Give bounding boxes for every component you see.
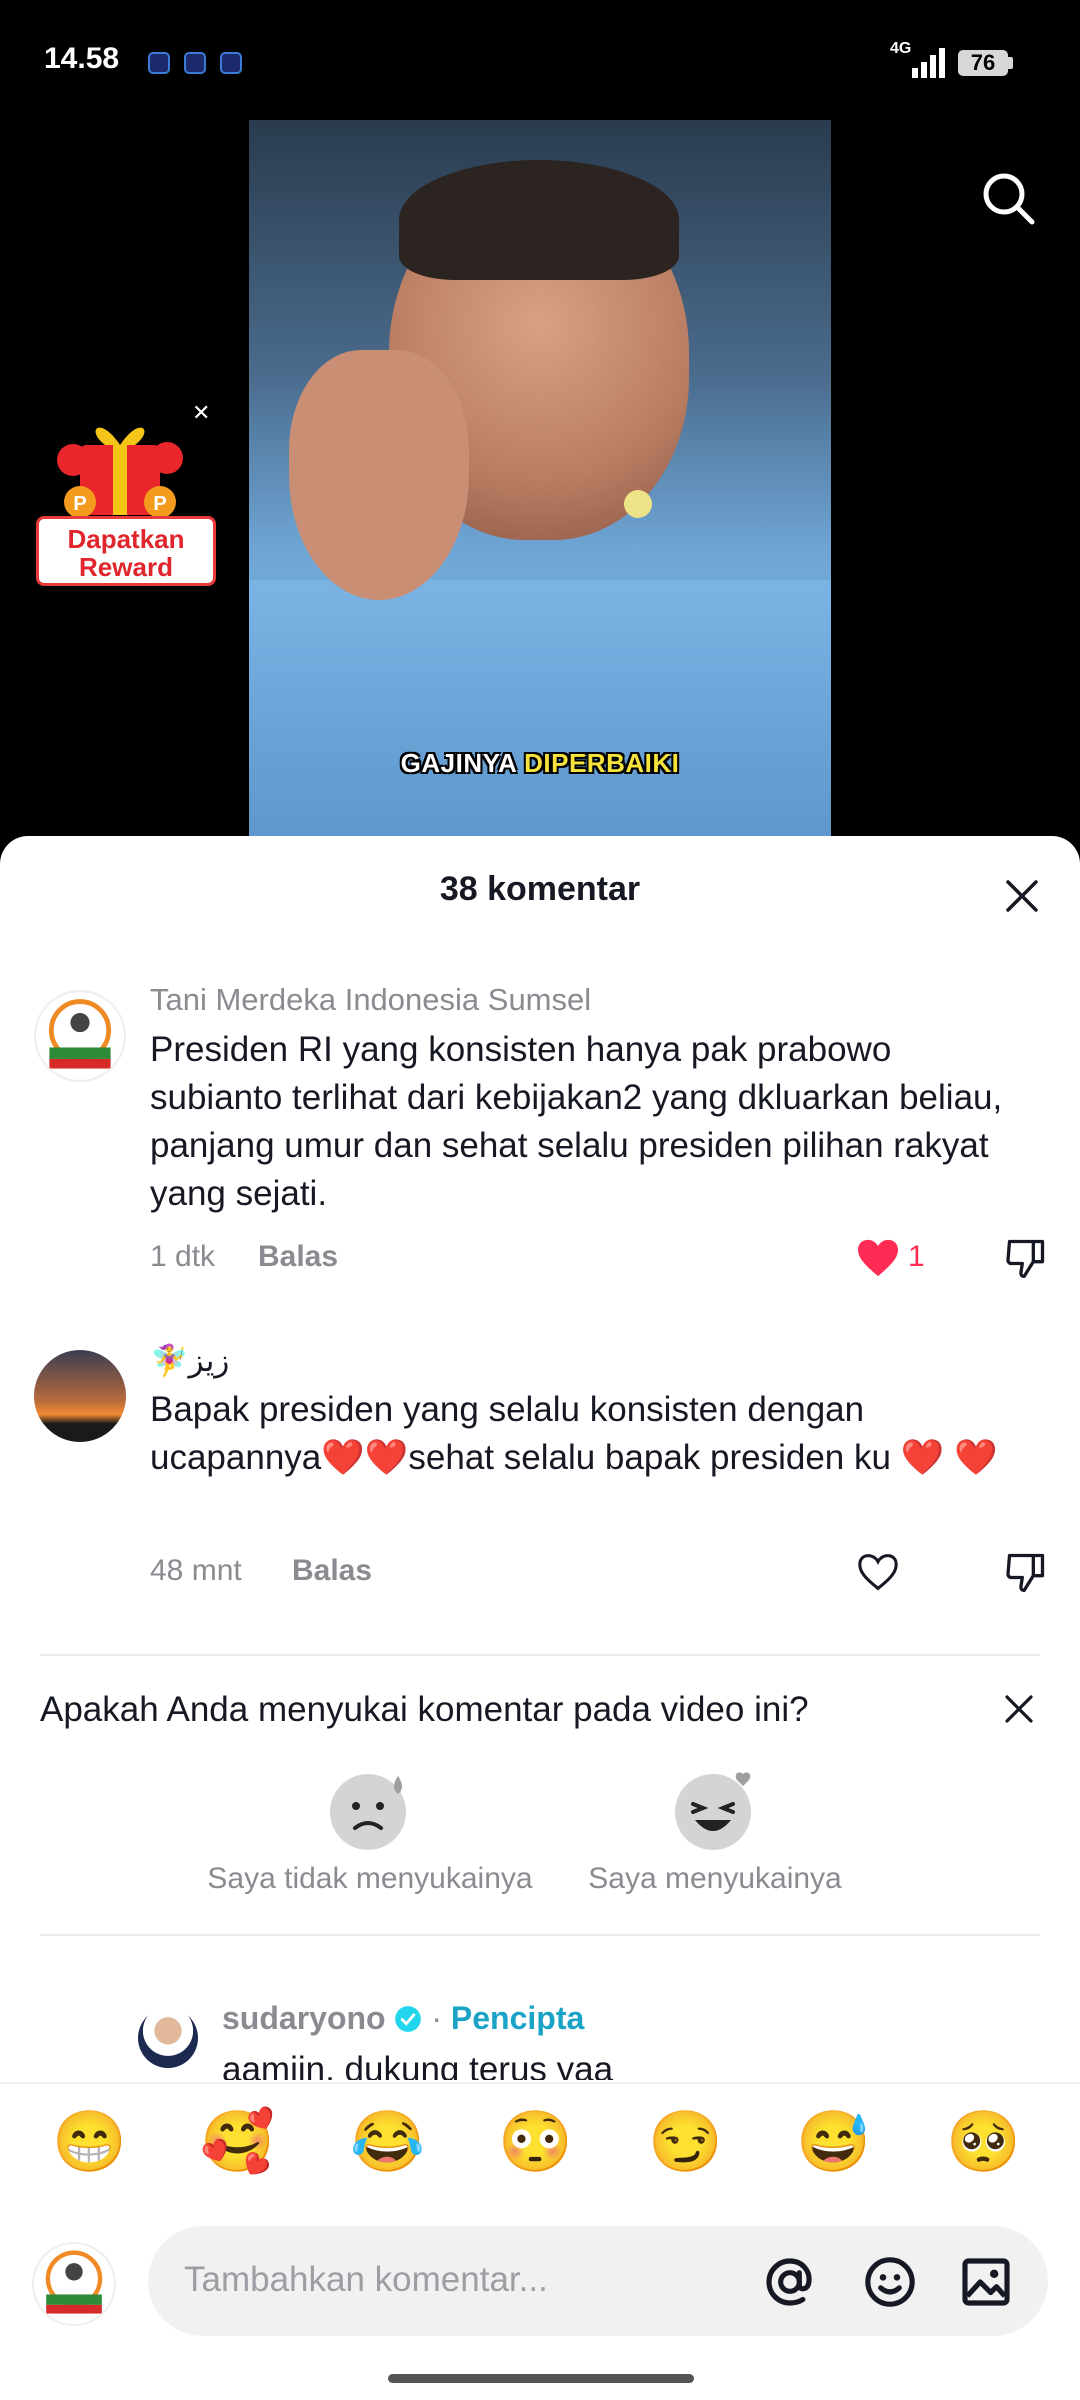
avatar[interactable] bbox=[34, 1350, 126, 1442]
like-count: 1 bbox=[908, 1240, 925, 1273]
avatar[interactable] bbox=[34, 990, 126, 1082]
survey-like-label: Saya menyukainya bbox=[588, 1862, 842, 1895]
video-player[interactable]: GAJINYA DIPERBAIKI bbox=[249, 120, 831, 840]
emoji-picker-icon[interactable] bbox=[862, 2254, 918, 2310]
avatar[interactable] bbox=[138, 2008, 198, 2068]
video-hair bbox=[399, 160, 679, 280]
reply-button[interactable]: Balas bbox=[258, 1240, 338, 1274]
divider bbox=[40, 1934, 1040, 1936]
battery-tip bbox=[1008, 57, 1013, 69]
caption-highlight: DIPERBAIKI bbox=[524, 748, 680, 778]
comment-time: 48 mnt bbox=[150, 1554, 242, 1587]
gift-icon: P P bbox=[57, 427, 183, 518]
verified-badge-icon bbox=[395, 2006, 422, 2032]
separator: · bbox=[431, 2000, 443, 2036]
notification-icon bbox=[148, 52, 170, 74]
comment-text: aamiin, dukung terus yaa bbox=[222, 2050, 614, 2080]
heart-outline-icon[interactable] bbox=[856, 1552, 900, 1592]
comment-time: 1 dtk bbox=[150, 1240, 216, 1273]
home-indicator bbox=[388, 2374, 694, 2383]
current-user-avatar[interactable] bbox=[32, 2242, 116, 2326]
survey-like-option[interactable]: Saya menyukainya bbox=[560, 1766, 870, 1896]
network-type: 4G bbox=[890, 40, 912, 57]
battery-indicator: 76 bbox=[958, 50, 1008, 76]
emoji-pleading[interactable]: 🥺 bbox=[946, 2106, 1021, 2177]
reply-button[interactable]: Balas bbox=[292, 1554, 372, 1588]
video-shirt bbox=[249, 580, 831, 840]
avatar-logo-icon bbox=[48, 999, 112, 1069]
status-time: 14.58 bbox=[44, 42, 120, 75]
mention-icon[interactable] bbox=[762, 2254, 818, 2310]
emoji-tears-of-joy[interactable]: 😂 bbox=[350, 2106, 425, 2177]
notification-icon bbox=[184, 52, 206, 74]
emoji-smiling-hearts[interactable]: 🥰 bbox=[200, 2106, 275, 2177]
reward-label-line1: Dapatkan bbox=[67, 524, 185, 554]
comment-author[interactable]: Tani Merdeka Indonesia Sumsel bbox=[150, 982, 591, 1018]
comments-sheet: 38 komentar Tani Merdeka Indonesia Sumse… bbox=[0, 836, 1080, 2400]
comment-author[interactable]: sudaryono bbox=[222, 2000, 386, 2036]
emoji-smirk[interactable]: 😏 bbox=[648, 2106, 723, 2177]
video-mic bbox=[624, 490, 652, 518]
search-icon[interactable] bbox=[978, 168, 1038, 228]
heart-filled-icon[interactable] bbox=[856, 1238, 900, 1278]
dislike-icon[interactable] bbox=[1004, 1236, 1048, 1280]
comment-text: Bapak presiden yang selalu konsisten den… bbox=[150, 1390, 998, 1477]
laughing-face-icon bbox=[675, 1772, 751, 1850]
avatar-logo-icon bbox=[45, 2250, 103, 2314]
sad-face-icon bbox=[330, 1774, 406, 1850]
reward-label: Dapatkan Reward bbox=[36, 516, 216, 586]
survey-dislike-label: Saya tidak menyukainya bbox=[207, 1862, 533, 1895]
comment-input-placeholder: Tambahkan komentar... bbox=[184, 2260, 548, 2299]
divider bbox=[40, 1654, 1040, 1656]
signal-icon bbox=[912, 48, 948, 78]
notification-icon bbox=[220, 52, 242, 74]
video-hand bbox=[289, 350, 469, 600]
comment-text: Presiden RI yang konsisten hanya pak pra… bbox=[150, 1030, 1003, 1213]
close-icon[interactable] bbox=[1002, 876, 1042, 916]
survey-dislike-option[interactable]: Saya tidak menyukainya bbox=[180, 1766, 560, 1896]
creator-badge: Pencipta bbox=[450, 2000, 585, 2036]
emoji-grin[interactable]: 😁 bbox=[52, 2106, 127, 2177]
reward-widget[interactable]: P P ✕ Dapatkan Reward bbox=[20, 400, 220, 590]
dislike-icon[interactable] bbox=[1004, 1550, 1048, 1594]
survey-question: Apakah Anda menyukai komentar pada video… bbox=[40, 1690, 809, 1729]
emoji-sweat-smile[interactable]: 😅 bbox=[796, 2106, 871, 2177]
svg-text:P: P bbox=[153, 493, 166, 515]
comments-count-title: 38 komentar bbox=[439, 870, 641, 908]
creator-reply-header: sudaryono · Pencipta bbox=[222, 2000, 584, 2037]
video-caption: GAJINYA DIPERBAIKI bbox=[249, 748, 831, 779]
emoji-flushed[interactable]: 😳 bbox=[498, 2106, 573, 2177]
caption-white: GAJINYA bbox=[400, 748, 517, 778]
comment-author[interactable]: 🧚‍♀️زيز bbox=[150, 1342, 229, 1379]
reward-label-line2: Reward bbox=[79, 552, 173, 582]
reward-close-icon[interactable]: ✕ bbox=[192, 400, 210, 426]
svg-text:P: P bbox=[73, 493, 86, 515]
survey-close-icon[interactable] bbox=[1002, 1692, 1036, 1726]
comment-input[interactable]: Tambahkan komentar... bbox=[148, 2226, 1048, 2336]
image-icon[interactable] bbox=[958, 2254, 1014, 2310]
